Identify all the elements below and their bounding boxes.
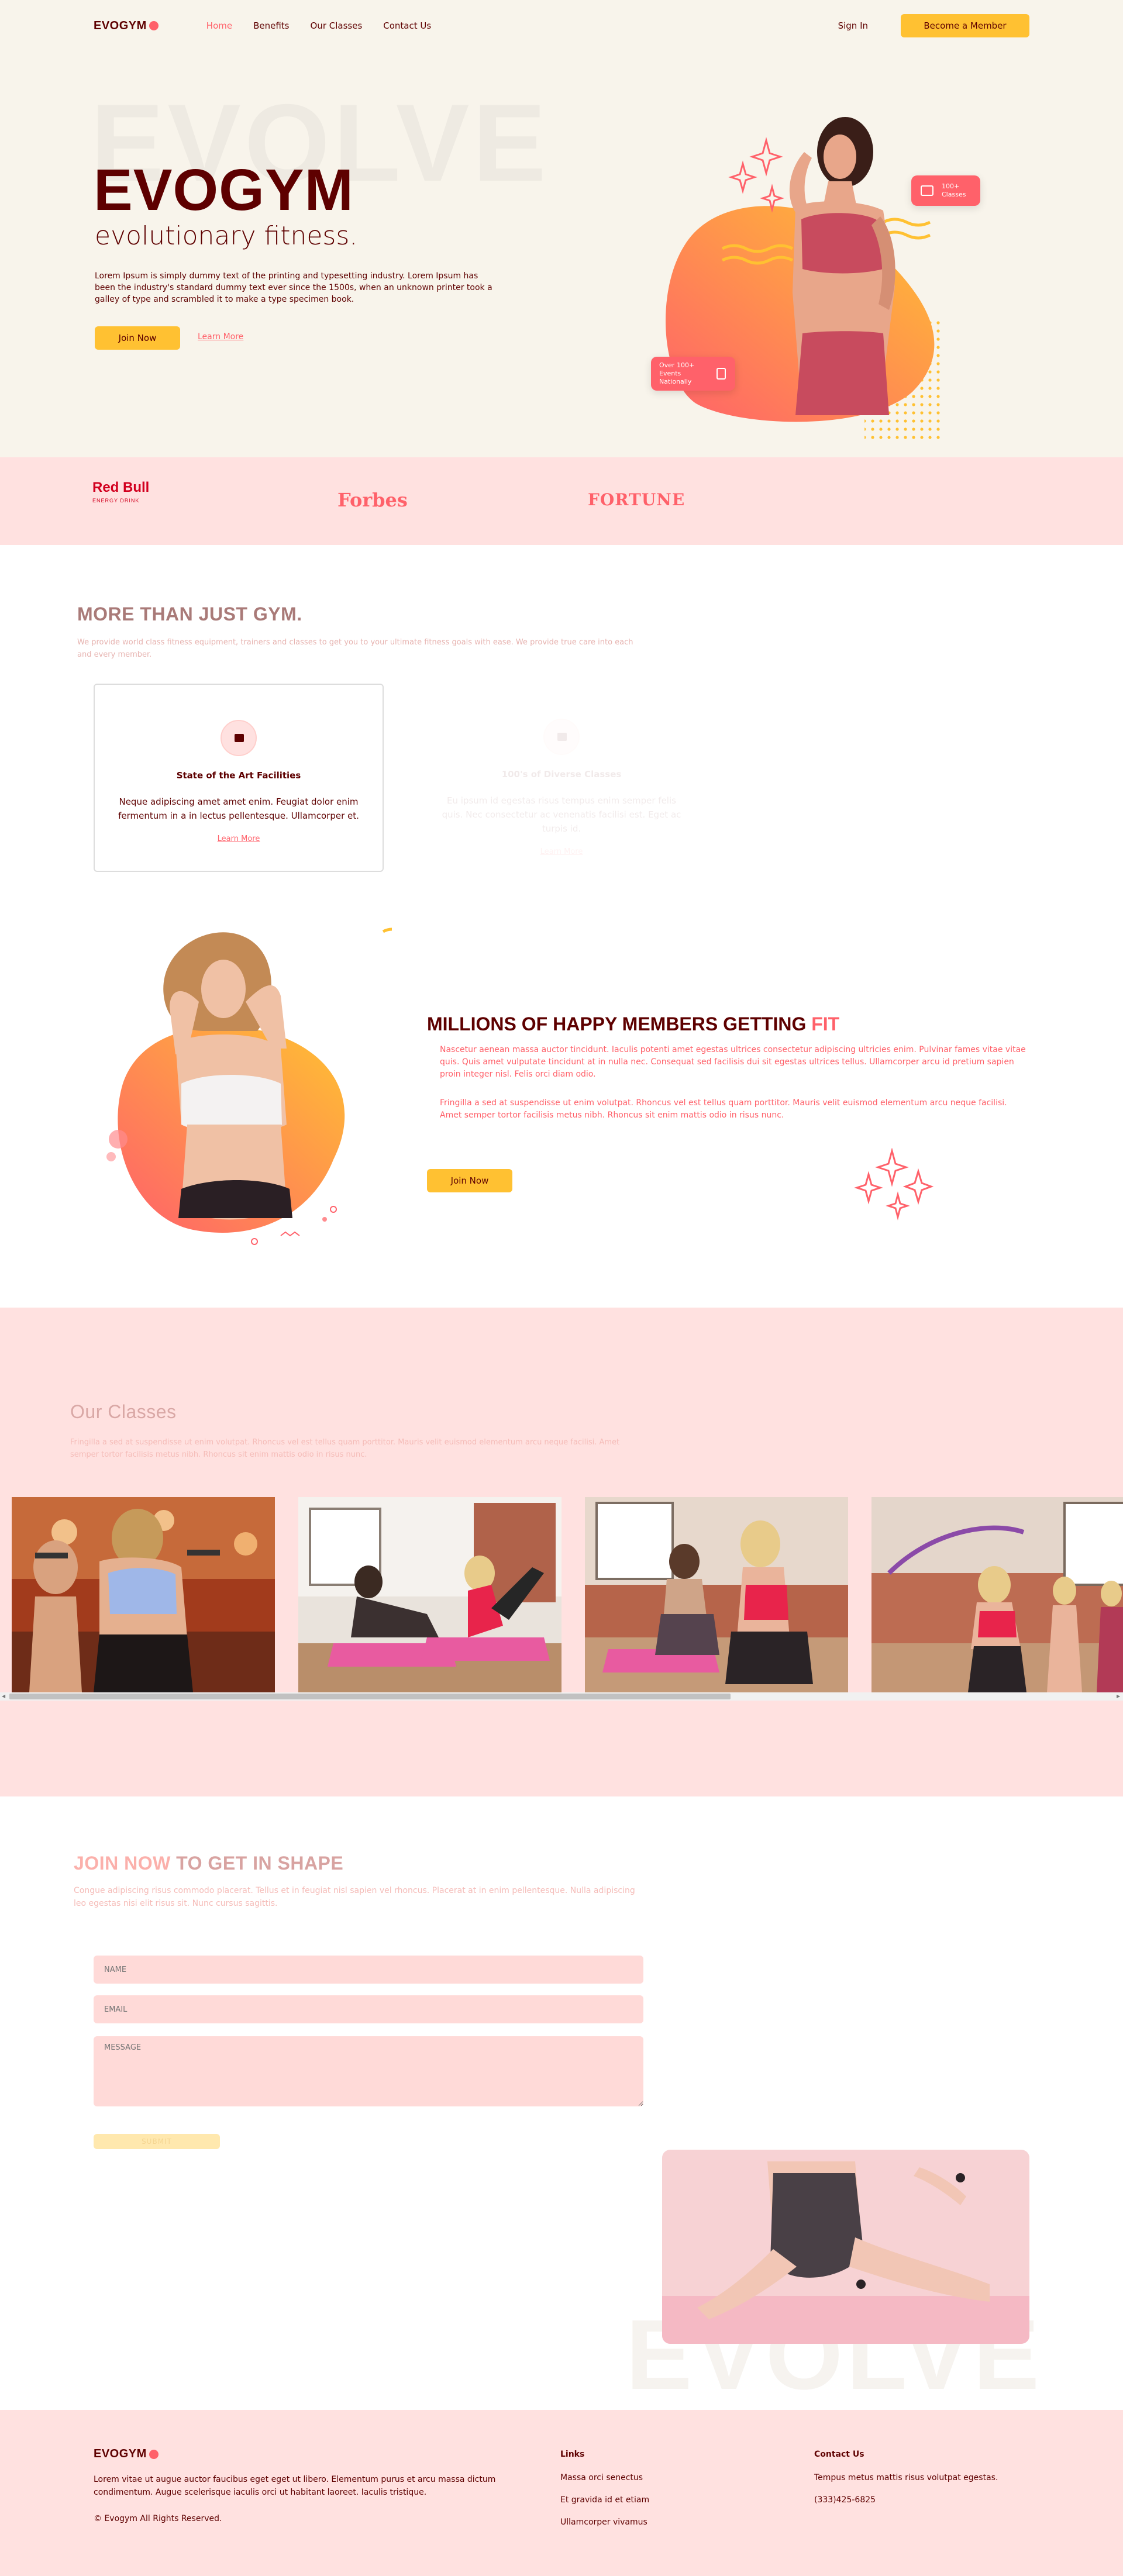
footer-contact-title: Contact Us — [814, 2450, 864, 2459]
happy-members-title-accent: FIT — [811, 1013, 840, 1034]
benefit-card-text: Eu ipsum id egestas risus tempus enim se… — [442, 795, 681, 834]
class-photo-resistance-bands[interactable] — [871, 1497, 1123, 1692]
redbull-logo: Red Bull ENERGY DRINK — [92, 481, 149, 504]
scroll-left-icon[interactable]: ◀ — [2, 1694, 6, 1699]
nav-link-benefits[interactable]: Benefits — [253, 20, 289, 31]
happy-members-paragraph: Fringilla a sed at suspendisse ut enim v… — [440, 1098, 1007, 1120]
footer-contact-column: Contact Us Tempus metus mattis risus vol… — [814, 2450, 998, 2518]
logo-text: EVOGYM — [94, 19, 147, 32]
scrollbar-thumb[interactable] — [9, 1694, 731, 1699]
benefits-title: MORE THAN JUST GYM. — [77, 604, 302, 625]
hero-join-button[interactable]: Join Now — [95, 326, 180, 350]
footer-link[interactable]: Et gravida id et etiam — [560, 2495, 649, 2505]
hero-description: Lorem Ipsum is simply dummy text of the … — [95, 271, 492, 304]
class-photo-stretching[interactable] — [585, 1497, 848, 1692]
email-field[interactable] — [94, 1995, 643, 2023]
classes-badge: 100+ Classes — [911, 175, 980, 206]
classes-description: Fringilla a sed at suspendisse ut enim v… — [70, 1438, 620, 1459]
hero-woman-graphic — [665, 117, 944, 442]
logo-dot-icon — [149, 21, 159, 30]
navbar: EVOGYM Home Benefits Our Classes Contact… — [0, 0, 1123, 51]
scroll-right-icon[interactable]: ▶ — [1117, 1694, 1121, 1699]
happy-members-title: MILLIONS OF HAPPY MEMBERS GETTING FIT — [427, 1013, 839, 1035]
hero-learn-more-link[interactable]: Learn More — [198, 332, 243, 342]
badge-events-label: Events Nationally — [659, 370, 692, 385]
footer-links-title: Links — [560, 2450, 585, 2459]
benefits-description: We provide world class fitness equipment… — [77, 638, 633, 659]
footer-logo-text: EVOGYM — [94, 2447, 147, 2460]
classes-carousel[interactable]: ◀ ▶ — [0, 1497, 1123, 1708]
class-photo-weights[interactable] — [12, 1497, 275, 1692]
become-member-button[interactable]: Become a Member — [901, 14, 1029, 37]
hero-title: EVOGYM — [94, 157, 354, 223]
contact-stretch-photo — [662, 2150, 1029, 2344]
events-badge: Over 100+ Events Nationally — [651, 357, 735, 391]
benefit-card-title: State of the Art Facilities — [176, 770, 301, 781]
footer-contact-text: Tempus metus mattis risus volutpat egest… — [814, 2473, 998, 2482]
footer-logo[interactable]: EVOGYM — [94, 2447, 159, 2461]
happy-members-section: MILLIONS OF HAPPY MEMBERS GETTING FIT Na… — [0, 914, 1123, 1308]
nav-links: Home Benefits Our Classes Contact Us — [206, 20, 431, 31]
footer-description: Lorem vitae ut augue auctor faucibus ege… — [94, 2475, 496, 2497]
footer-phone[interactable]: (333)425-6825 — [814, 2495, 998, 2505]
logo-dot-icon — [149, 2449, 159, 2459]
contact-title: JOIN NOW TO GET IN SHAPE — [74, 1853, 343, 1874]
footer-link[interactable]: Massa orci senectus — [560, 2473, 649, 2482]
nav-actions: Sign In Become a Member — [838, 14, 1029, 37]
happy-members-graphic — [106, 927, 392, 1245]
contact-description: Congue adipiscing risus commodo placerat… — [74, 1886, 635, 1908]
classes-icon — [543, 719, 580, 755]
contact-title-main: TO GET IN SHAPE — [170, 1853, 344, 1874]
happy-members-title-main: MILLIONS OF HAPPY MEMBERS GETTING — [427, 1013, 812, 1034]
sign-in-link[interactable]: Sign In — [838, 20, 868, 31]
contact-title-accent: JOIN NOW — [74, 1853, 171, 1874]
badge-classes-label: Classes — [942, 191, 966, 198]
book-icon — [921, 185, 933, 196]
hero-subtitle: evolutionary fitness. — [95, 221, 358, 251]
classes-section: Our Classes Fringilla a sed at suspendis… — [0, 1308, 1123, 1796]
benefit-learn-more-link[interactable]: Learn More — [95, 834, 383, 843]
benefit-learn-more-link[interactable]: Learn More — [416, 847, 707, 856]
footer: EVOGYM Lorem vitae ut augue auctor fauci… — [0, 2410, 1123, 2576]
fortune-logo: FORTUNE — [588, 490, 685, 509]
happy-join-button[interactable]: Join Now — [427, 1169, 512, 1192]
class-photo-mat-workout[interactable] — [298, 1497, 562, 1692]
benefit-card-title: 100's of Diverse Classes — [501, 769, 622, 780]
hero-section: EVOLVE EVOGYM evolutionary fitness. Lore… — [0, 0, 1123, 457]
benefit-card-text: Neque adipiscing amet amet enim. Feugiat… — [118, 796, 359, 821]
redbull-logo-text: Red Bull — [92, 480, 150, 495]
name-field[interactable] — [94, 1956, 643, 1984]
nav-link-our-classes[interactable]: Our Classes — [311, 20, 363, 31]
benefit-card: State of the Art Facilities Neque adipis… — [94, 684, 384, 872]
building-icon — [716, 368, 726, 380]
classes-title: Our Classes — [70, 1401, 177, 1422]
footer-link[interactable]: Ullamcorper vivamus — [560, 2518, 649, 2527]
logo[interactable]: EVOGYM — [94, 19, 159, 33]
nav-link-home[interactable]: Home — [206, 20, 232, 31]
badge-classes-count: 100+ — [942, 182, 960, 190]
benefit-card: 100's of Diverse Classes Eu ipsum id ege… — [416, 684, 707, 872]
submit-button[interactable]: SUBMIT — [94, 2134, 220, 2149]
facility-icon — [221, 720, 257, 756]
sponsors-section: Red Bull ENERGY DRINK Forbes FORTUNE — [0, 457, 1123, 545]
footer-links-column: Links Massa orci senectus Et gravida id … — [560, 2450, 649, 2540]
nav-link-contact-us[interactable]: Contact Us — [383, 20, 431, 31]
footer-copyright: © Evogym All Rights Reserved. — [94, 2514, 222, 2523]
forbes-logo: Forbes — [337, 489, 408, 511]
benefits-section: MORE THAN JUST GYM. We provide world cla… — [0, 545, 1123, 914]
sparkle-icon — [854, 1148, 934, 1220]
badge-events-count: Over 100+ — [659, 361, 695, 369]
message-field[interactable] — [94, 2036, 643, 2106]
contact-section: JOIN NOW TO GET IN SHAPE Congue adipisci… — [0, 1796, 1123, 2410]
horizontal-scrollbar[interactable]: ◀ ▶ — [0, 1692, 1123, 1701]
redbull-logo-subtext: ENERGY DRINK — [92, 498, 140, 504]
happy-members-paragraph: Nascetur aenean massa auctor tincidunt. … — [440, 1045, 1026, 1079]
